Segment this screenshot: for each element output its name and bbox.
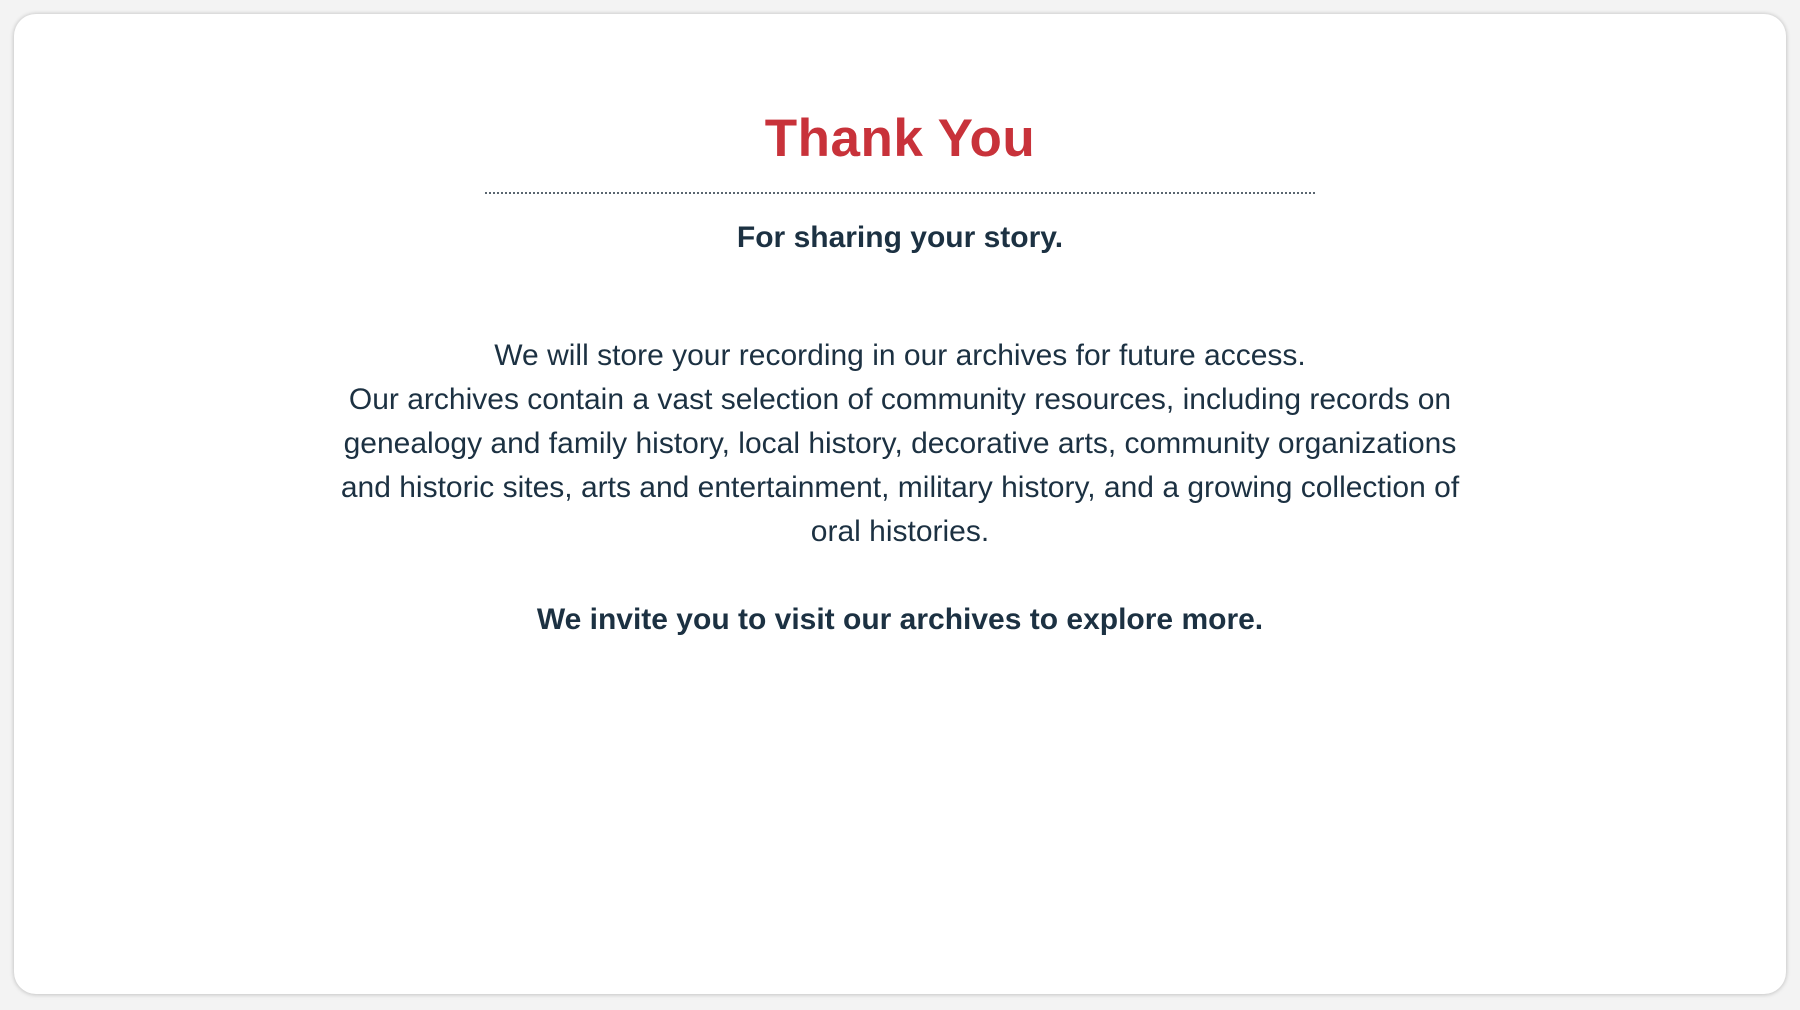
archive-description-line-2: Our archives contain a vast selection of… xyxy=(340,383,1460,548)
dotted-divider xyxy=(485,192,1315,194)
invite-message: We invite you to visit our archives to e… xyxy=(536,603,1264,636)
archive-description-line-1: We will store your recording in our arch… xyxy=(494,339,1306,372)
page-background: Thank You For sharing your story. We wil… xyxy=(0,0,1800,1010)
archive-description: We will store your recording in our arch… xyxy=(320,334,1480,554)
subtitle: For sharing your story. xyxy=(736,221,1064,254)
page-title: Thank You xyxy=(764,109,1036,168)
